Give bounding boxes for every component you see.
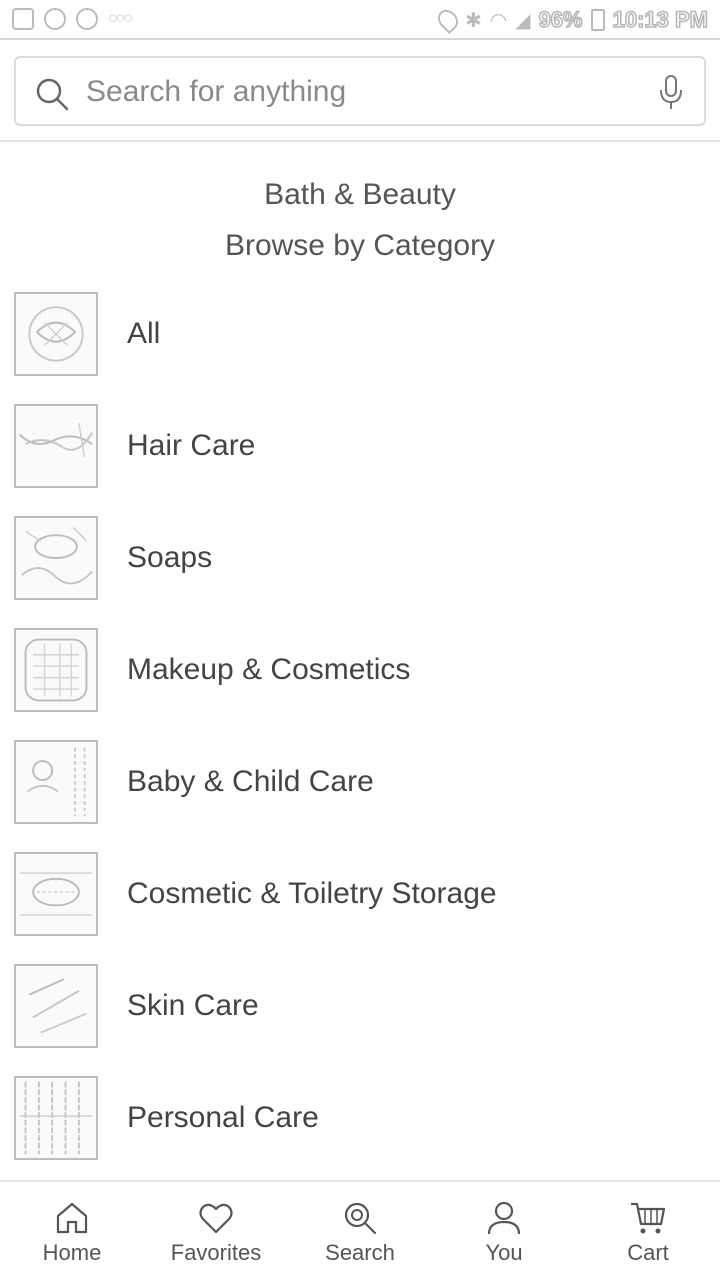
page-title: Bath & Beauty: [264, 178, 456, 211]
location-icon: [433, 5, 463, 35]
nav-cart[interactable]: Cart: [576, 1198, 720, 1278]
category-item-personal-care[interactable]: Personal Care: [0, 1076, 720, 1188]
battery-icon: [590, 9, 605, 31]
header-divider: [0, 140, 720, 142]
search-icon: [344, 1202, 377, 1235]
category-thumbnail: [14, 964, 98, 1048]
category-label: Makeup & Cosmetics: [127, 653, 411, 686]
category-thumbnail: [14, 292, 98, 376]
home-icon: [56, 1202, 88, 1234]
page-subtitle: Browse by Category: [224, 229, 496, 262]
wifi-icon: ◠: [489, 8, 508, 32]
microphone-icon[interactable]: [656, 74, 686, 112]
nav-home[interactable]: Home: [0, 1198, 144, 1278]
status-notification-icons: ○○○: [12, 8, 133, 30]
person-icon: [487, 1201, 521, 1235]
category-item-all[interactable]: All: [0, 292, 720, 404]
status-system-icons: ✱ ◠ ◢ 96% 10:13 PM: [433, 5, 709, 35]
nav-favorites-label: Favorites: [170, 1240, 262, 1265]
category-item-hair-care[interactable]: Hair Care: [0, 404, 720, 516]
nav-search-label: Search: [325, 1240, 395, 1265]
category-item-makeup-cosmetics[interactable]: Makeup & Cosmetics: [0, 628, 720, 740]
status-time: 10:13 PM: [612, 6, 709, 33]
bottom-nav: Home Favorites Search You Cart: [0, 1180, 720, 1280]
nav-favorites[interactable]: Favorites: [144, 1198, 288, 1278]
search-bar[interactable]: [14, 56, 706, 126]
nav-you[interactable]: You: [432, 1198, 576, 1278]
category-label: Personal Care: [127, 1101, 319, 1134]
nav-home-label: Home: [42, 1240, 102, 1265]
category-thumbnail: [14, 516, 98, 600]
category-label: Cosmetic & Toiletry Storage: [127, 877, 497, 910]
category-label: Baby & Child Care: [127, 765, 374, 798]
category-thumbnail: [14, 852, 98, 936]
category-thumbnail: [14, 404, 98, 488]
image-notification-icon: [12, 8, 34, 30]
search-icon: [36, 78, 69, 111]
category-list: All Hair Care Soaps Makeup & Cosmetics B…: [0, 292, 720, 1188]
sync-icon: [76, 8, 98, 30]
category-item-skin-care[interactable]: Skin Care: [0, 964, 720, 1076]
category-item-baby-child-care[interactable]: Baby & Child Care: [0, 740, 720, 852]
bluetooth-icon: ✱: [464, 8, 482, 32]
cart-icon: [631, 1202, 666, 1234]
search-input[interactable]: [86, 72, 626, 112]
category-thumbnail: [14, 628, 98, 712]
more-dots-icon: ○○○: [108, 10, 133, 27]
nav-cart-label: Cart: [627, 1240, 669, 1265]
category-label: Skin Care: [127, 989, 259, 1022]
category-item-cosmetic-toiletry-storage[interactable]: Cosmetic & Toiletry Storage: [0, 852, 720, 964]
category-item-soaps[interactable]: Soaps: [0, 516, 720, 628]
category-label: Hair Care: [127, 429, 256, 462]
signal-icon: ◢: [515, 8, 531, 32]
heart-icon: [199, 1203, 233, 1234]
nav-you-label: You: [485, 1240, 523, 1265]
category-thumbnail: [14, 1076, 98, 1160]
battery-percent: 96%: [538, 6, 584, 33]
fan-icon: [44, 8, 66, 30]
nav-search[interactable]: Search: [288, 1198, 432, 1278]
category-thumbnail: [14, 740, 98, 824]
category-label: Soaps: [127, 541, 213, 574]
status-bar: ○○○ ✱ ◠ ◢ 96% 10:13 PM: [0, 0, 720, 40]
category-label: All: [127, 317, 161, 350]
